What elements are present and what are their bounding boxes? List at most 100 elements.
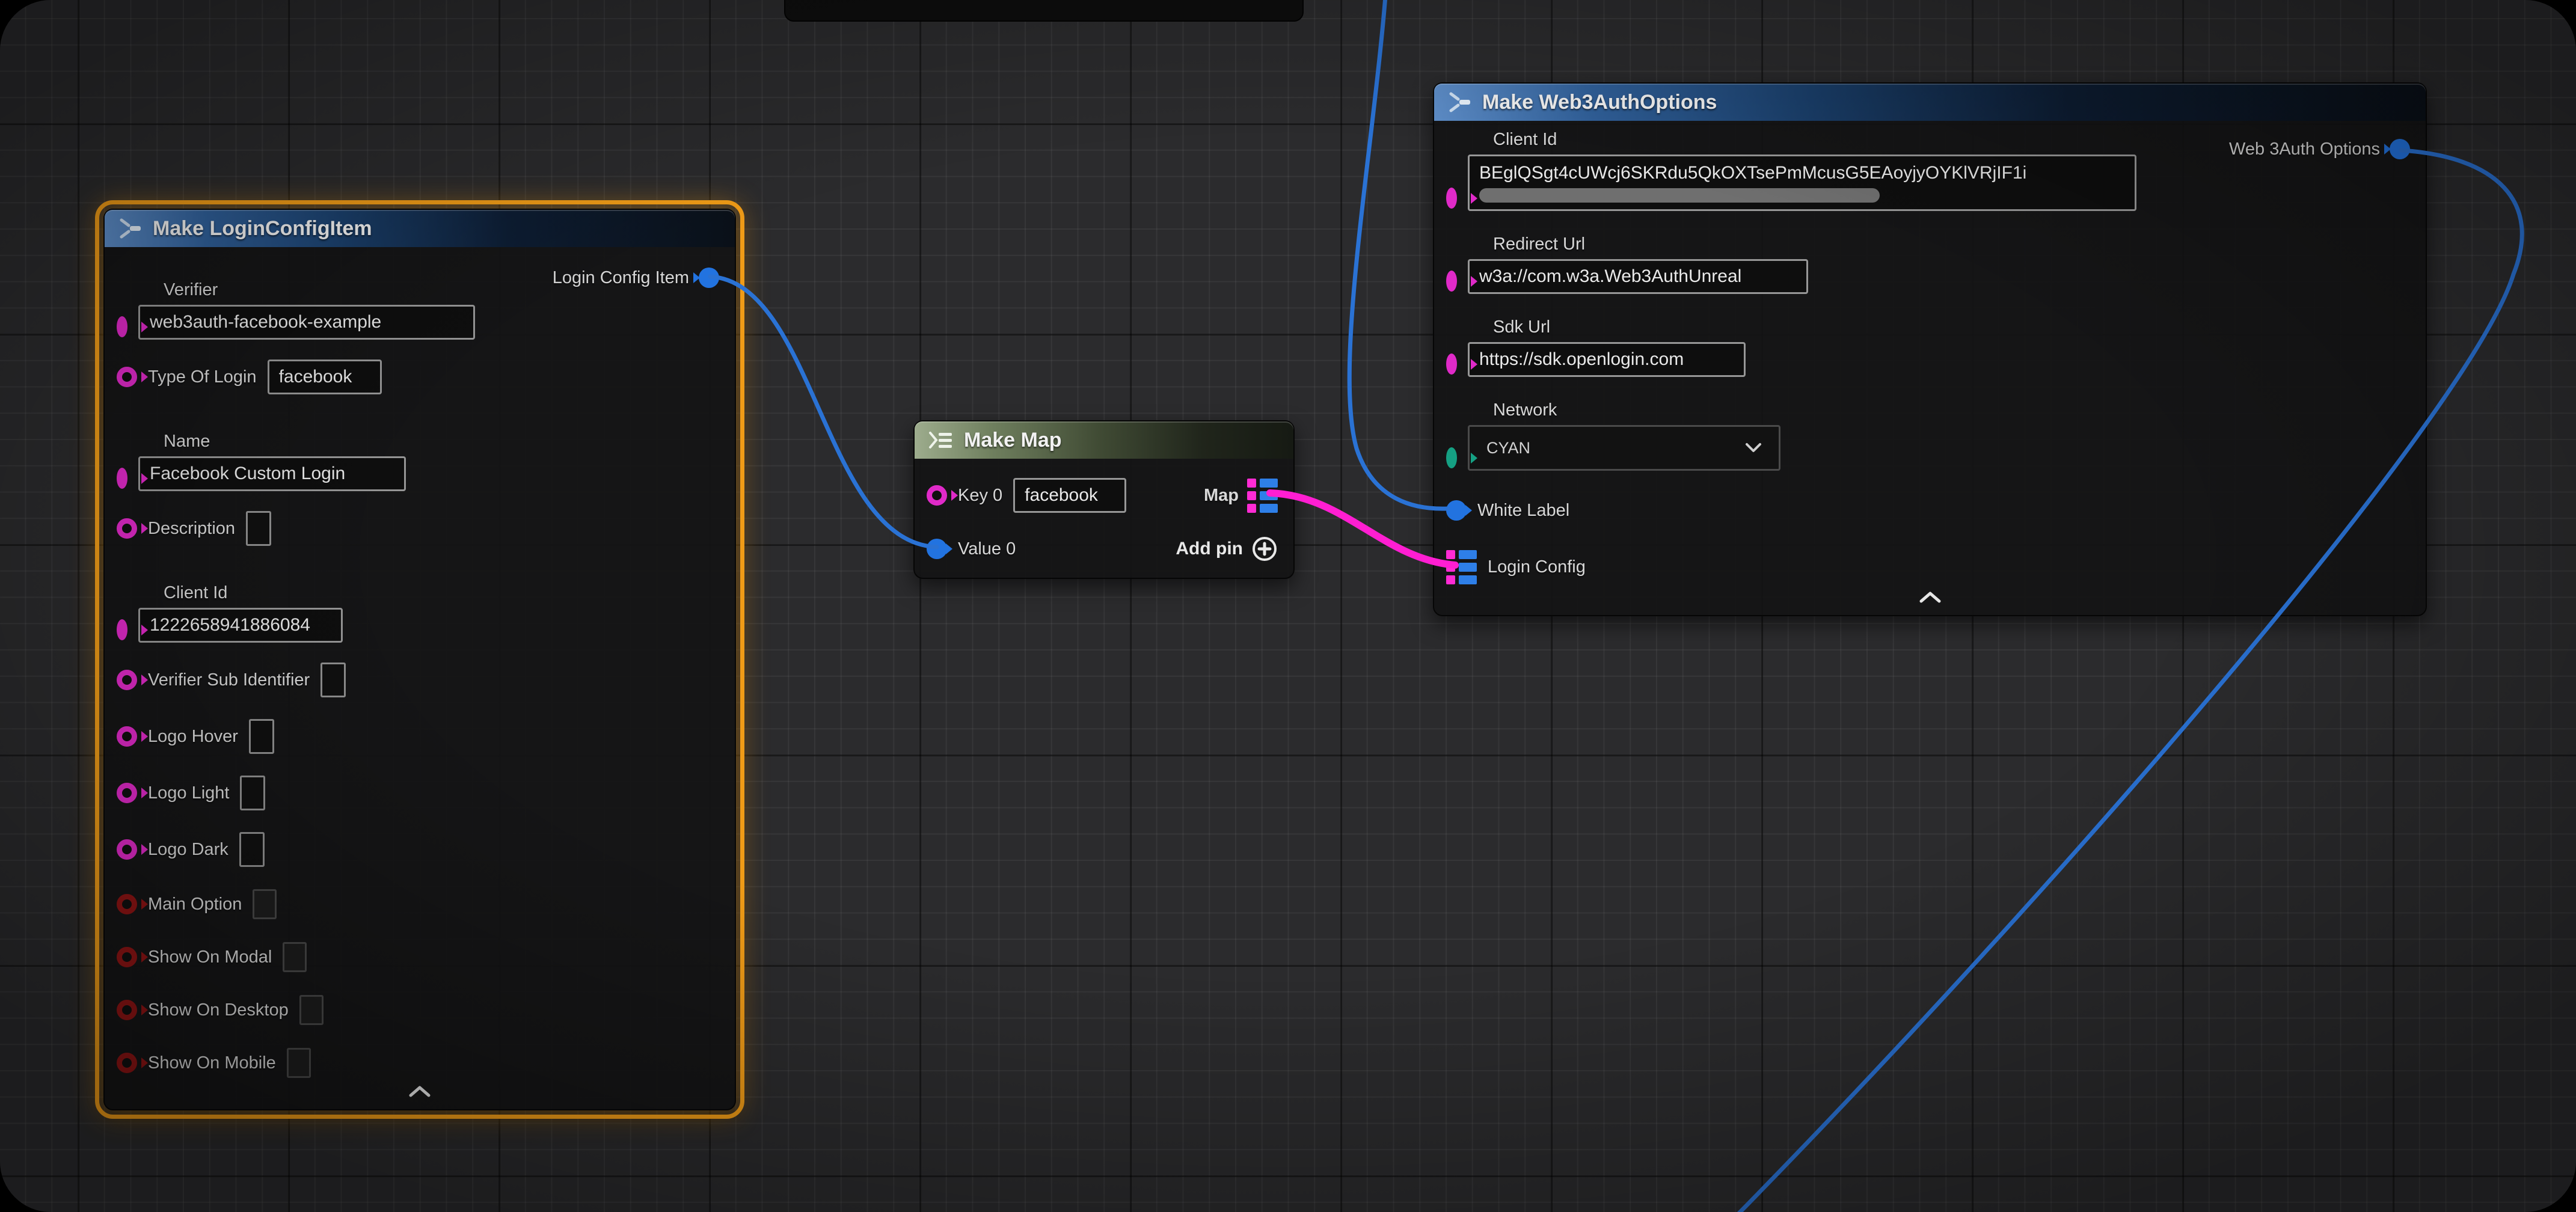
pin-row-logo-dark: Logo Dark bbox=[105, 830, 735, 869]
string-pin[interactable] bbox=[1446, 188, 1457, 209]
string-pin[interactable] bbox=[117, 518, 137, 539]
pin-label: Verifier bbox=[164, 280, 475, 300]
logo-light-input[interactable] bbox=[240, 776, 265, 810]
pin-row-white-label: White Label bbox=[1434, 494, 2426, 527]
string-pin[interactable] bbox=[1446, 271, 1457, 292]
pin-label: Name bbox=[164, 432, 406, 451]
bool-pin[interactable] bbox=[117, 894, 137, 914]
show-on-mobile-checkbox[interactable] bbox=[287, 1048, 311, 1078]
string-pin[interactable] bbox=[117, 316, 127, 337]
add-pin-plus-icon bbox=[1251, 536, 1278, 562]
value-object-pin[interactable] bbox=[927, 539, 947, 559]
node-header[interactable]: Make Map bbox=[915, 421, 1293, 459]
pin-row-show-on-mobile: Show On Mobile bbox=[105, 1045, 735, 1080]
string-pin[interactable] bbox=[117, 783, 137, 803]
bool-pin[interactable] bbox=[117, 1053, 137, 1073]
collapse-chevron-icon[interactable] bbox=[1919, 590, 1942, 607]
pin-row-show-on-desktop: Show On Desktop bbox=[105, 993, 735, 1027]
node-title: Make Map bbox=[964, 429, 1062, 452]
pin-row-redirect-url: Redirect Url w3a://com.w3a.Web3AuthUnrea… bbox=[1434, 234, 2426, 294]
blueprint-editor: Make LoginConfigItem Login Config Item V… bbox=[0, 0, 2576, 1212]
make-map-icon bbox=[927, 428, 954, 452]
pin-row-login-config: Login Config bbox=[1434, 550, 2426, 584]
pin-row-description: Description bbox=[105, 509, 735, 548]
add-pin-button[interactable]: Add pin bbox=[1176, 536, 1278, 562]
show-on-modal-checkbox[interactable] bbox=[283, 942, 307, 972]
pin-row-logo-hover: Logo Hover bbox=[105, 717, 735, 756]
enum-pin[interactable] bbox=[1446, 447, 1457, 468]
pin-label: Client Id bbox=[1493, 130, 2136, 150]
type-of-login-input[interactable]: facebook bbox=[268, 360, 382, 394]
offscreen-node-bottom[interactable] bbox=[784, 0, 1304, 22]
string-pin[interactable] bbox=[117, 367, 137, 387]
pin-row-network: Network CYAN bbox=[1434, 400, 2426, 471]
client-id-input[interactable]: 1222658941886084 bbox=[138, 608, 343, 643]
add-pin-label: Add pin bbox=[1176, 539, 1243, 559]
pin-label: Type Of Login bbox=[148, 367, 257, 387]
verifier-sub-identifier-input[interactable] bbox=[320, 663, 346, 697]
pin-label: Client Id bbox=[164, 583, 343, 603]
node-make-loginconfigitem[interactable]: Make LoginConfigItem Login Config Item V… bbox=[103, 209, 736, 1110]
bool-pin[interactable] bbox=[117, 1000, 137, 1020]
string-pin[interactable] bbox=[117, 468, 127, 489]
logo-hover-input[interactable] bbox=[249, 719, 274, 754]
output-login-config-item[interactable]: Login Config Item bbox=[553, 268, 719, 288]
pin-label: Network bbox=[1493, 400, 1780, 420]
white-label-object-pin[interactable] bbox=[1446, 500, 1467, 521]
node-header[interactable]: Make Web3AuthOptions bbox=[1434, 84, 2426, 121]
string-pin[interactable] bbox=[117, 670, 137, 690]
key-string-pin[interactable] bbox=[927, 485, 947, 506]
redirect-url-input[interactable]: w3a://com.w3a.Web3AuthUnreal bbox=[1468, 259, 1808, 294]
wire-map-to-login-config bbox=[1270, 493, 1455, 565]
pin-row-main-option: Main Option bbox=[105, 887, 735, 922]
pin-label: Logo Dark bbox=[148, 840, 228, 860]
node-make-map[interactable]: Make Map Key 0 facebook Map bbox=[913, 420, 1295, 579]
pin-label: Show On Desktop bbox=[148, 1000, 289, 1020]
make-struct-icon bbox=[117, 216, 143, 240]
string-pin[interactable] bbox=[117, 726, 137, 747]
pin-label: Key 0 bbox=[958, 486, 1002, 506]
network-dropdown[interactable]: CYAN bbox=[1468, 425, 1780, 471]
graph-canvas[interactable]: Make LoginConfigItem Login Config Item V… bbox=[0, 0, 2576, 1212]
pin-label: White Label bbox=[1477, 501, 1569, 521]
sdk-url-input[interactable]: https://sdk.openlogin.com bbox=[1468, 342, 1746, 377]
description-input[interactable] bbox=[246, 511, 271, 546]
map-value-row: Value 0 Add pin bbox=[915, 531, 1293, 567]
node-make-web3authoptions[interactable]: Make Web3AuthOptions Web 3Auth Options C… bbox=[1433, 82, 2427, 616]
pin-label: Logo Hover bbox=[148, 727, 238, 747]
output-pin-label: Login Config Item bbox=[553, 268, 689, 288]
pin-row-type-of-login: Type Of Login facebook bbox=[105, 358, 735, 396]
pin-label: Show On Modal bbox=[148, 947, 272, 967]
map-key-row: Key 0 facebook Map bbox=[915, 470, 1293, 521]
main-option-checkbox[interactable] bbox=[253, 889, 277, 919]
pin-label: Logo Light bbox=[148, 783, 229, 803]
pin-row-show-on-modal: Show On Modal bbox=[105, 940, 735, 975]
key-0-input[interactable]: facebook bbox=[1013, 478, 1126, 513]
map-output-label: Map bbox=[1204, 486, 1239, 506]
show-on-desktop-checkbox[interactable] bbox=[299, 995, 324, 1025]
output-web3auth-options[interactable]: Web 3Auth Options bbox=[2229, 139, 2410, 159]
string-pin[interactable] bbox=[1446, 354, 1457, 375]
bool-pin[interactable] bbox=[117, 947, 137, 967]
output-object-pin[interactable] bbox=[2390, 139, 2410, 159]
pin-label: Value 0 bbox=[958, 539, 1016, 559]
verifier-input[interactable]: web3auth-facebook-example bbox=[138, 305, 475, 340]
output-object-pin[interactable] bbox=[699, 268, 719, 288]
pin-row-verifier-sub-identifier: Verifier Sub Identifier bbox=[105, 661, 735, 699]
login-config-map-pin[interactable] bbox=[1446, 550, 1477, 584]
map-output-pin[interactable] bbox=[1247, 479, 1278, 513]
pin-row-client-id: Client Id 1222658941886084 bbox=[105, 566, 735, 643]
node-title: Make Web3AuthOptions bbox=[1482, 91, 1717, 114]
pin-row-name: Name Facebook Custom Login bbox=[105, 414, 735, 491]
logo-dark-input[interactable] bbox=[239, 832, 265, 867]
network-selected-value: CYAN bbox=[1486, 439, 1530, 458]
field-scrollbar[interactable] bbox=[1479, 188, 1880, 203]
pin-label: Show On Mobile bbox=[148, 1053, 276, 1073]
collapse-chevron-icon[interactable] bbox=[408, 1085, 431, 1101]
name-input[interactable]: Facebook Custom Login bbox=[138, 456, 406, 491]
pin-label: Main Option bbox=[148, 895, 242, 914]
string-pin[interactable] bbox=[117, 839, 137, 860]
string-pin[interactable] bbox=[117, 619, 127, 640]
node-header[interactable]: Make LoginConfigItem bbox=[105, 210, 735, 247]
client-id-input[interactable]: BEglQSgt4cUWcj6SKRdu5QkOXTsePmMcusG5EAoy… bbox=[1468, 155, 2136, 211]
